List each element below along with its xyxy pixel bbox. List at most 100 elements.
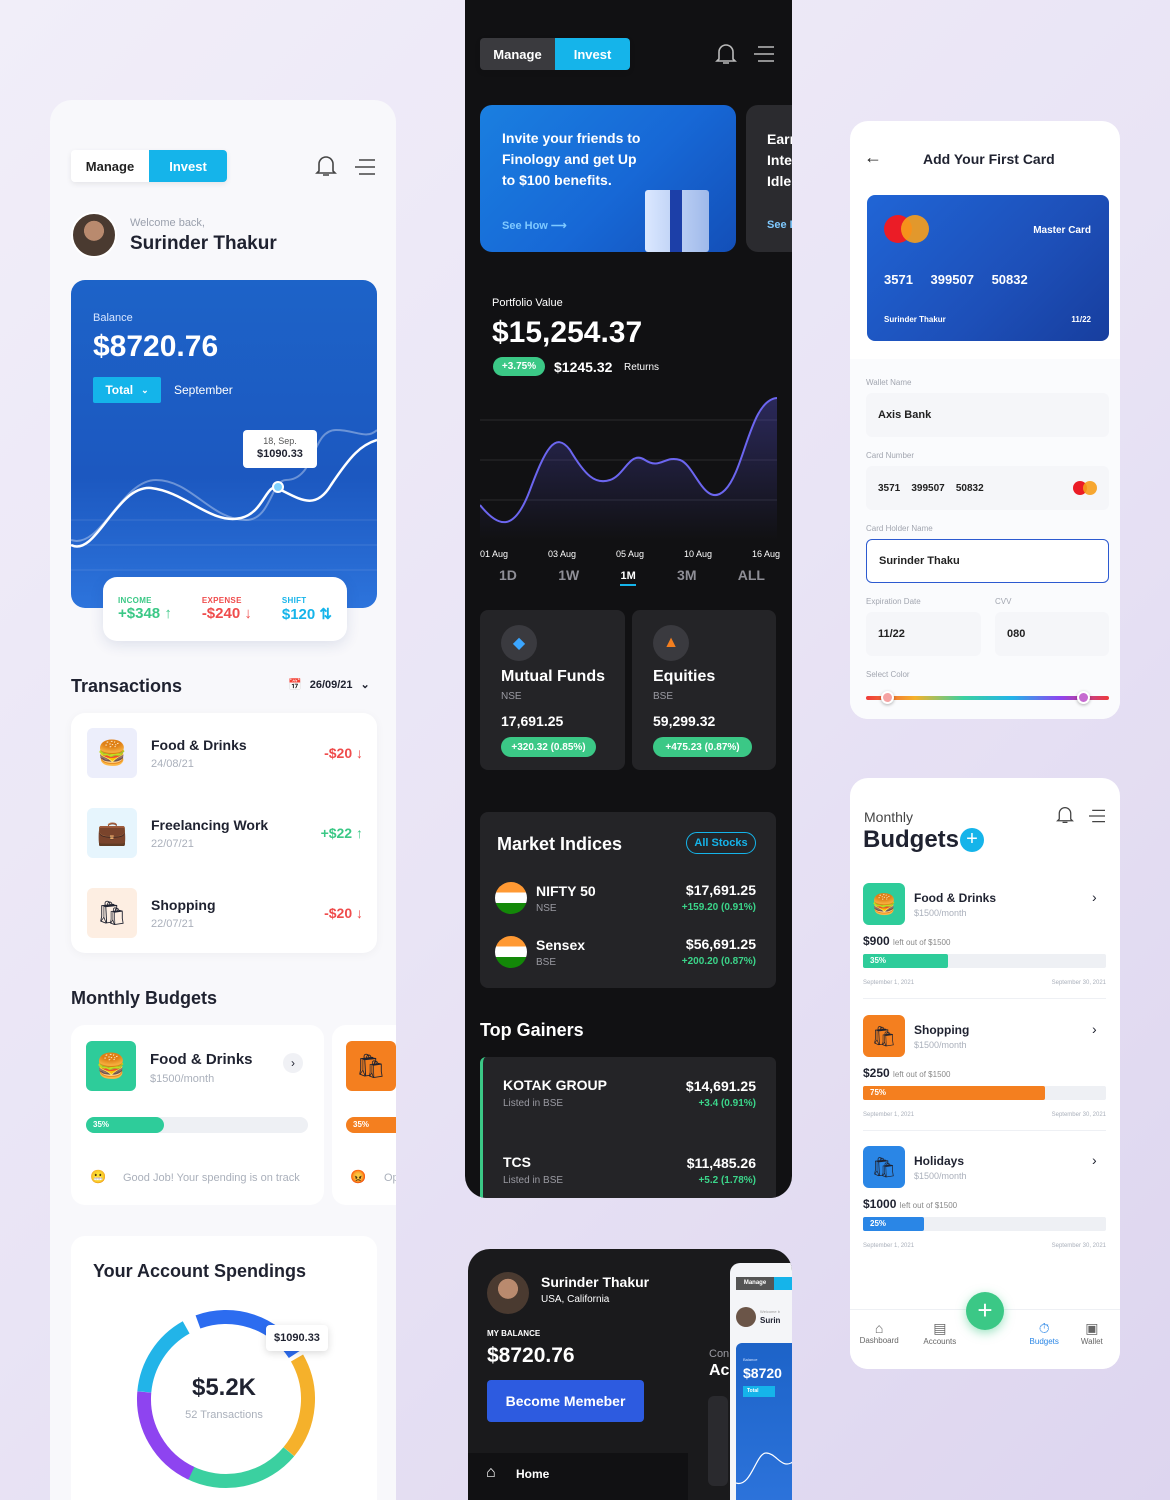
home-icon: ⌂ (486, 1464, 496, 1481)
range-all[interactable]: ALL (738, 567, 765, 586)
food-icon: 🍔 (87, 728, 137, 778)
mini-phone-preview: Manage Welcome b Surin Balance $8720 Tot… (730, 1263, 792, 1500)
chevron-right-icon[interactable]: › (283, 1053, 303, 1073)
nav-accounts[interactable]: ▤ Accounts (908, 1320, 971, 1346)
mini-balance-value: $8720 (743, 1365, 782, 1381)
menu-icon[interactable] (352, 155, 378, 179)
cvv-field[interactable]: 080 (995, 612, 1109, 656)
invest-tab[interactable]: Invest (555, 38, 630, 70)
manage-tab[interactable]: Manage (71, 150, 149, 182)
transaction-row[interactable]: 💼 Freelancing Work 22/07/21 +$22 ↑ (87, 808, 363, 858)
returns-value: $1245.32 (554, 359, 613, 375)
cvv-label: CVV (995, 597, 1012, 606)
total-label: Total (105, 383, 134, 397)
equities-card[interactable]: ▲ Equities BSE 59,299.32 +475.23 (0.87%) (632, 610, 776, 770)
user-name: Surinder Thakur (130, 233, 277, 254)
gainer-change: +5.2 (1.78%) (698, 1175, 756, 1186)
gainer-name: TCS (503, 1154, 531, 1170)
earn-banner-partial[interactable]: Earn Inte Idle See I (746, 105, 792, 252)
spendings-tooltip: $1090.33 (266, 1325, 328, 1351)
stats-bar: INCOME +$348 ↑ EXPENSE -$240 ↓ SHIFT $120 ⇅ (103, 577, 347, 641)
budget-subtitle: $1500/month (150, 1073, 215, 1085)
card-number-label: Card Number (866, 451, 915, 460)
date-tick: 16 Aug (751, 549, 780, 559)
gainer-change: +3.4 (0.91%) (698, 1098, 756, 1109)
see-how-link[interactable]: See How ⟶ (502, 219, 567, 232)
budget-item[interactable]: 🛍 Shopping $1500/month › $250 left out o… (850, 1010, 1120, 1128)
referral-banner[interactable]: Invite your friends to Finology and get … (480, 105, 736, 252)
gift-ribbon (670, 190, 682, 252)
chevron-right-icon[interactable]: › (1092, 1021, 1097, 1037)
earn-line: Idle (767, 173, 792, 189)
budget-card-partial[interactable]: 🛍 35% 😡 Op (332, 1025, 396, 1205)
budget-item[interactable]: 🛍 Holidays $1500/month › $1000 left out … (850, 1141, 1120, 1259)
back-arrow-icon[interactable]: ← (864, 147, 882, 168)
range-1m[interactable]: 1M (620, 570, 636, 586)
budget-item[interactable]: 🍔 Food & Drinks $1500/month › $900 left … (850, 878, 1120, 996)
chart-tooltip: 18, Sep. $1090.33 (243, 430, 317, 468)
transactions-list: 🍔 Food & Drinks 24/08/21 -$20 ↓ 💼 Freelan… (71, 713, 377, 953)
bell-icon[interactable] (713, 40, 739, 68)
color-slider[interactable] (866, 696, 1109, 700)
menu-icon[interactable] (1086, 806, 1108, 826)
transaction-amount: +$22 (320, 825, 353, 841)
range-1d[interactable]: 1D (499, 567, 517, 586)
market-indices-card: Market Indices All Stocks NIFTY 50 NSE $… (480, 812, 776, 988)
card-brand: Master Card (1033, 225, 1091, 236)
date-filter[interactable]: 📅 26/09/21 ⌄ (288, 678, 370, 692)
budget-end-date: September 30, 2021 (1051, 1112, 1106, 1118)
home-label[interactable]: Home (516, 1467, 549, 1481)
color-slider-handle[interactable] (881, 691, 894, 704)
budget-name: Shopping (914, 1023, 970, 1037)
income-stat: INCOME +$348 ↑ (118, 596, 172, 622)
index-value: $17,691.25 (685, 882, 756, 898)
budget-card[interactable]: 🍔 Food & Drinks $1500/month › 35% 😬 Good… (71, 1025, 324, 1205)
transaction-name: Shopping (151, 896, 216, 913)
bell-icon[interactable] (1054, 803, 1076, 827)
nav-label: Wallet (1080, 1337, 1103, 1346)
nav-wallet[interactable]: ▣ Wallet (1064, 1320, 1120, 1346)
become-member-button[interactable]: Become Memeber (487, 1380, 644, 1422)
nav-dashboard[interactable]: ⌂ Dashboard (850, 1320, 908, 1346)
shopping-bag-icon: 🛍 (346, 1041, 396, 1091)
budget-end-date: September 30, 2021 (1051, 1243, 1106, 1249)
bell-icon[interactable] (312, 152, 340, 180)
date-tick: 01 Aug (480, 549, 509, 559)
wallet-name-field[interactable]: Axis Bank (866, 393, 1109, 437)
range-1w[interactable]: 1W (558, 567, 579, 586)
expiration-field[interactable]: 11/22 (866, 612, 981, 656)
add-budget-button[interactable]: + (960, 828, 984, 852)
transaction-row[interactable]: 🛍 Shopping 22/07/21 -$20 ↓ (87, 888, 363, 938)
manage-invest-toggle: Manage Invest (71, 150, 227, 182)
budget-of: left out of $1500 (893, 938, 951, 947)
card-holder-field[interactable]: Surinder Thaku (866, 539, 1109, 583)
invest-tab[interactable]: Invest (149, 150, 227, 182)
range-3m[interactable]: 3M (677, 567, 696, 586)
manage-tab[interactable]: Manage (480, 38, 555, 70)
see-how-label: See How (502, 220, 548, 232)
emoji-icon: 😬 (90, 1169, 107, 1184)
expiration-label: Expiration Date (866, 597, 921, 606)
budget-note: Op (384, 1172, 396, 1184)
see-link[interactable]: See I (767, 219, 792, 231)
date-filter-value: 26/09/21 (309, 678, 353, 691)
transaction-row[interactable]: 🍔 Food & Drinks 24/08/21 -$20 ↓ (87, 728, 363, 778)
mini-balance-card: Balance $8720 Total (736, 1343, 792, 1500)
progress-fill: 25% (863, 1217, 924, 1231)
expense-value: -$240 (201, 605, 241, 622)
earn-line: Earn (767, 131, 792, 147)
returns-label: Returns (624, 362, 660, 373)
mini-con-text: Con (709, 1348, 730, 1360)
chevron-right-icon[interactable]: › (1092, 1152, 1097, 1168)
nav-budgets[interactable]: ⏱ Budgets (1025, 1320, 1064, 1346)
color-slider-handle[interactable] (1077, 691, 1090, 704)
menu-icon[interactable] (751, 43, 777, 65)
spendings-card: Your Account Spendings $5.2K 52 Transact… (71, 1236, 377, 1500)
chevron-right-icon[interactable]: › (1092, 889, 1097, 905)
all-stocks-button[interactable]: All Stocks (686, 832, 756, 854)
budget-start-date: September 1, 2021 (863, 980, 915, 986)
balance-value: $8720.76 (93, 330, 219, 363)
shift-label: SHIFT (281, 595, 307, 605)
balance-label: Balance (93, 312, 133, 324)
mutual-funds-card[interactable]: ◆ Mutual Funds NSE 17,691.25 +320.32 (0.… (480, 610, 625, 770)
